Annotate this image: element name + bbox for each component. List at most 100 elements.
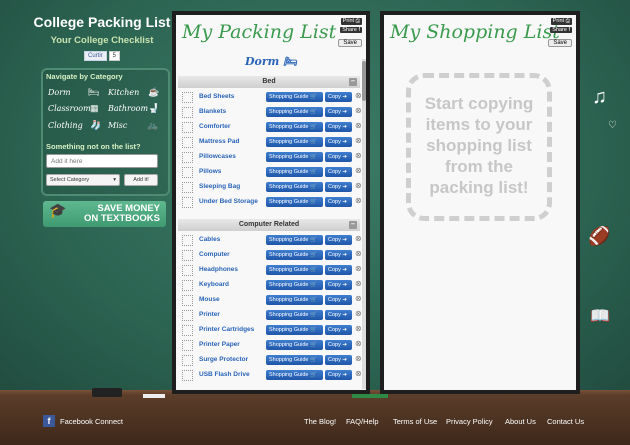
shopping-guide-button[interactable]: Shopping Guide 🛒 bbox=[266, 355, 323, 365]
remove-icon[interactable]: ⊗ bbox=[355, 369, 362, 378]
remove-icon[interactable]: ⊗ bbox=[355, 279, 362, 288]
category-classroom[interactable]: Classroom bbox=[48, 104, 91, 113]
item-name[interactable]: Printer bbox=[199, 311, 220, 318]
facebook-like-button[interactable]: Curtir bbox=[84, 51, 107, 61]
packing-save-button[interactable]: Save bbox=[338, 39, 362, 47]
shopping-guide-button[interactable]: Shopping Guide 🛒 bbox=[266, 92, 323, 102]
item-checkbox[interactable] bbox=[182, 197, 193, 208]
shopping-save-button[interactable]: Save bbox=[548, 39, 572, 47]
item-name[interactable]: Printer Cartridges bbox=[199, 326, 254, 333]
item-name[interactable]: Mattress Pad bbox=[199, 138, 239, 145]
item-checkbox[interactable] bbox=[182, 265, 193, 276]
item-name[interactable]: Printer Paper bbox=[199, 341, 240, 348]
copy-button[interactable]: Copy ➔ bbox=[325, 250, 352, 260]
item-checkbox[interactable] bbox=[182, 235, 193, 246]
item-name[interactable]: Cables bbox=[199, 236, 220, 243]
shopping-guide-button[interactable]: Shopping Guide 🛒 bbox=[266, 370, 323, 380]
section-header-bed[interactable]: Bed – bbox=[178, 76, 360, 88]
item-name[interactable]: USB Flash Drive bbox=[199, 371, 250, 378]
site-title[interactable]: College Packing List bbox=[28, 14, 176, 30]
category-kitchen[interactable]: Kitchen bbox=[108, 88, 139, 97]
item-name[interactable]: Pillows bbox=[199, 168, 221, 175]
item-checkbox[interactable] bbox=[182, 137, 193, 148]
shopping-guide-button[interactable]: Shopping Guide 🛒 bbox=[266, 167, 323, 177]
remove-icon[interactable]: ⊗ bbox=[355, 196, 362, 205]
item-checkbox[interactable] bbox=[182, 167, 193, 178]
remove-icon[interactable]: ⊗ bbox=[355, 106, 362, 115]
copy-button[interactable]: Copy ➔ bbox=[325, 182, 352, 192]
copy-button[interactable]: Copy ➔ bbox=[325, 137, 352, 147]
textbook-promo-banner[interactable]: 🎓 SAVE MONEY ON TEXTBOOKS bbox=[43, 201, 166, 227]
item-checkbox[interactable] bbox=[182, 152, 193, 163]
item-checkbox[interactable] bbox=[182, 107, 193, 118]
copy-button[interactable]: Copy ➔ bbox=[325, 355, 352, 365]
copy-button[interactable]: Copy ➔ bbox=[325, 280, 352, 290]
copy-button[interactable]: Copy ➔ bbox=[325, 92, 352, 102]
item-checkbox[interactable] bbox=[182, 325, 193, 336]
item-name[interactable]: Mouse bbox=[199, 296, 220, 303]
copy-button[interactable]: Copy ➔ bbox=[325, 295, 352, 305]
item-name[interactable]: Under Bed Storage bbox=[199, 198, 258, 205]
footer-link-contact[interactable]: Contact Us bbox=[547, 417, 584, 426]
remove-icon[interactable]: ⊗ bbox=[355, 151, 362, 160]
collapse-icon[interactable]: – bbox=[349, 78, 357, 86]
footer-link-faq[interactable]: FAQ/Help bbox=[346, 417, 379, 426]
remove-icon[interactable]: ⊗ bbox=[355, 166, 362, 175]
packing-share-button[interactable]: Share f bbox=[340, 27, 362, 33]
copy-button[interactable]: Copy ➔ bbox=[325, 265, 352, 275]
add-item-input[interactable] bbox=[46, 154, 158, 168]
shopping-guide-button[interactable]: Shopping Guide 🛒 bbox=[266, 235, 323, 245]
category-select[interactable]: Select Category ▾ bbox=[46, 174, 120, 186]
remove-icon[interactable]: ⊗ bbox=[355, 339, 362, 348]
category-dorm[interactable]: Dorm bbox=[48, 88, 71, 97]
item-checkbox[interactable] bbox=[182, 280, 193, 291]
item-name[interactable]: Headphones bbox=[199, 266, 238, 273]
category-bathroom[interactable]: Bathroom bbox=[108, 104, 148, 113]
shopping-guide-button[interactable]: Shopping Guide 🛒 bbox=[266, 197, 323, 207]
remove-icon[interactable]: ⊗ bbox=[355, 234, 362, 243]
copy-button[interactable]: Copy ➔ bbox=[325, 325, 352, 335]
copy-button[interactable]: Copy ➔ bbox=[325, 167, 352, 177]
item-checkbox[interactable] bbox=[182, 92, 193, 103]
shopping-guide-button[interactable]: Shopping Guide 🛒 bbox=[266, 250, 323, 260]
copy-button[interactable]: Copy ➔ bbox=[325, 340, 352, 350]
shopping-guide-button[interactable]: Shopping Guide 🛒 bbox=[266, 340, 323, 350]
item-checkbox[interactable] bbox=[182, 182, 193, 193]
item-name[interactable]: Sleeping Bag bbox=[199, 183, 240, 190]
item-name[interactable]: Surge Protector bbox=[199, 356, 248, 363]
shopping-share-button[interactable]: Share f bbox=[550, 27, 572, 33]
item-checkbox[interactable] bbox=[182, 122, 193, 133]
copy-button[interactable]: Copy ➔ bbox=[325, 122, 352, 132]
remove-icon[interactable]: ⊗ bbox=[355, 136, 362, 145]
item-name[interactable]: Bed Sheets bbox=[199, 93, 234, 100]
shopping-guide-button[interactable]: Shopping Guide 🛒 bbox=[266, 295, 323, 305]
shopping-guide-button[interactable]: Shopping Guide 🛒 bbox=[266, 152, 323, 162]
remove-icon[interactable]: ⊗ bbox=[355, 294, 362, 303]
add-item-button[interactable]: Add it! bbox=[124, 174, 158, 186]
facebook-like-widget[interactable]: Curtir 5 bbox=[84, 51, 121, 61]
copy-button[interactable]: Copy ➔ bbox=[325, 197, 352, 207]
item-name[interactable]: Pillowcases bbox=[199, 153, 236, 160]
shopping-guide-button[interactable]: Shopping Guide 🛒 bbox=[266, 122, 323, 132]
remove-icon[interactable]: ⊗ bbox=[355, 91, 362, 100]
shopping-guide-button[interactable]: Shopping Guide 🛒 bbox=[266, 137, 323, 147]
shopping-print-button[interactable]: Print ⎙ bbox=[550, 18, 572, 25]
footer-link-blog[interactable]: The Blog! bbox=[304, 417, 336, 426]
facebook-connect[interactable]: f Facebook Connect bbox=[43, 415, 123, 427]
remove-icon[interactable]: ⊗ bbox=[355, 121, 362, 130]
footer-link-terms[interactable]: Terms of Use bbox=[393, 417, 437, 426]
footer-link-about[interactable]: About Us bbox=[505, 417, 536, 426]
item-checkbox[interactable] bbox=[182, 250, 193, 261]
copy-button[interactable]: Copy ➔ bbox=[325, 152, 352, 162]
packing-print-button[interactable]: Print ⎙ bbox=[340, 18, 362, 25]
item-name[interactable]: Computer bbox=[199, 251, 230, 258]
shopping-guide-button[interactable]: Shopping Guide 🛒 bbox=[266, 280, 323, 290]
shopping-guide-button[interactable]: Shopping Guide 🛒 bbox=[266, 325, 323, 335]
copy-button[interactable]: Copy ➔ bbox=[325, 107, 352, 117]
shopping-guide-button[interactable]: Shopping Guide 🛒 bbox=[266, 310, 323, 320]
footer-link-privacy[interactable]: Privacy Policy bbox=[446, 417, 493, 426]
item-name[interactable]: Blankets bbox=[199, 108, 226, 115]
item-checkbox[interactable] bbox=[182, 310, 193, 321]
remove-icon[interactable]: ⊗ bbox=[355, 324, 362, 333]
shopping-guide-button[interactable]: Shopping Guide 🛒 bbox=[266, 182, 323, 192]
